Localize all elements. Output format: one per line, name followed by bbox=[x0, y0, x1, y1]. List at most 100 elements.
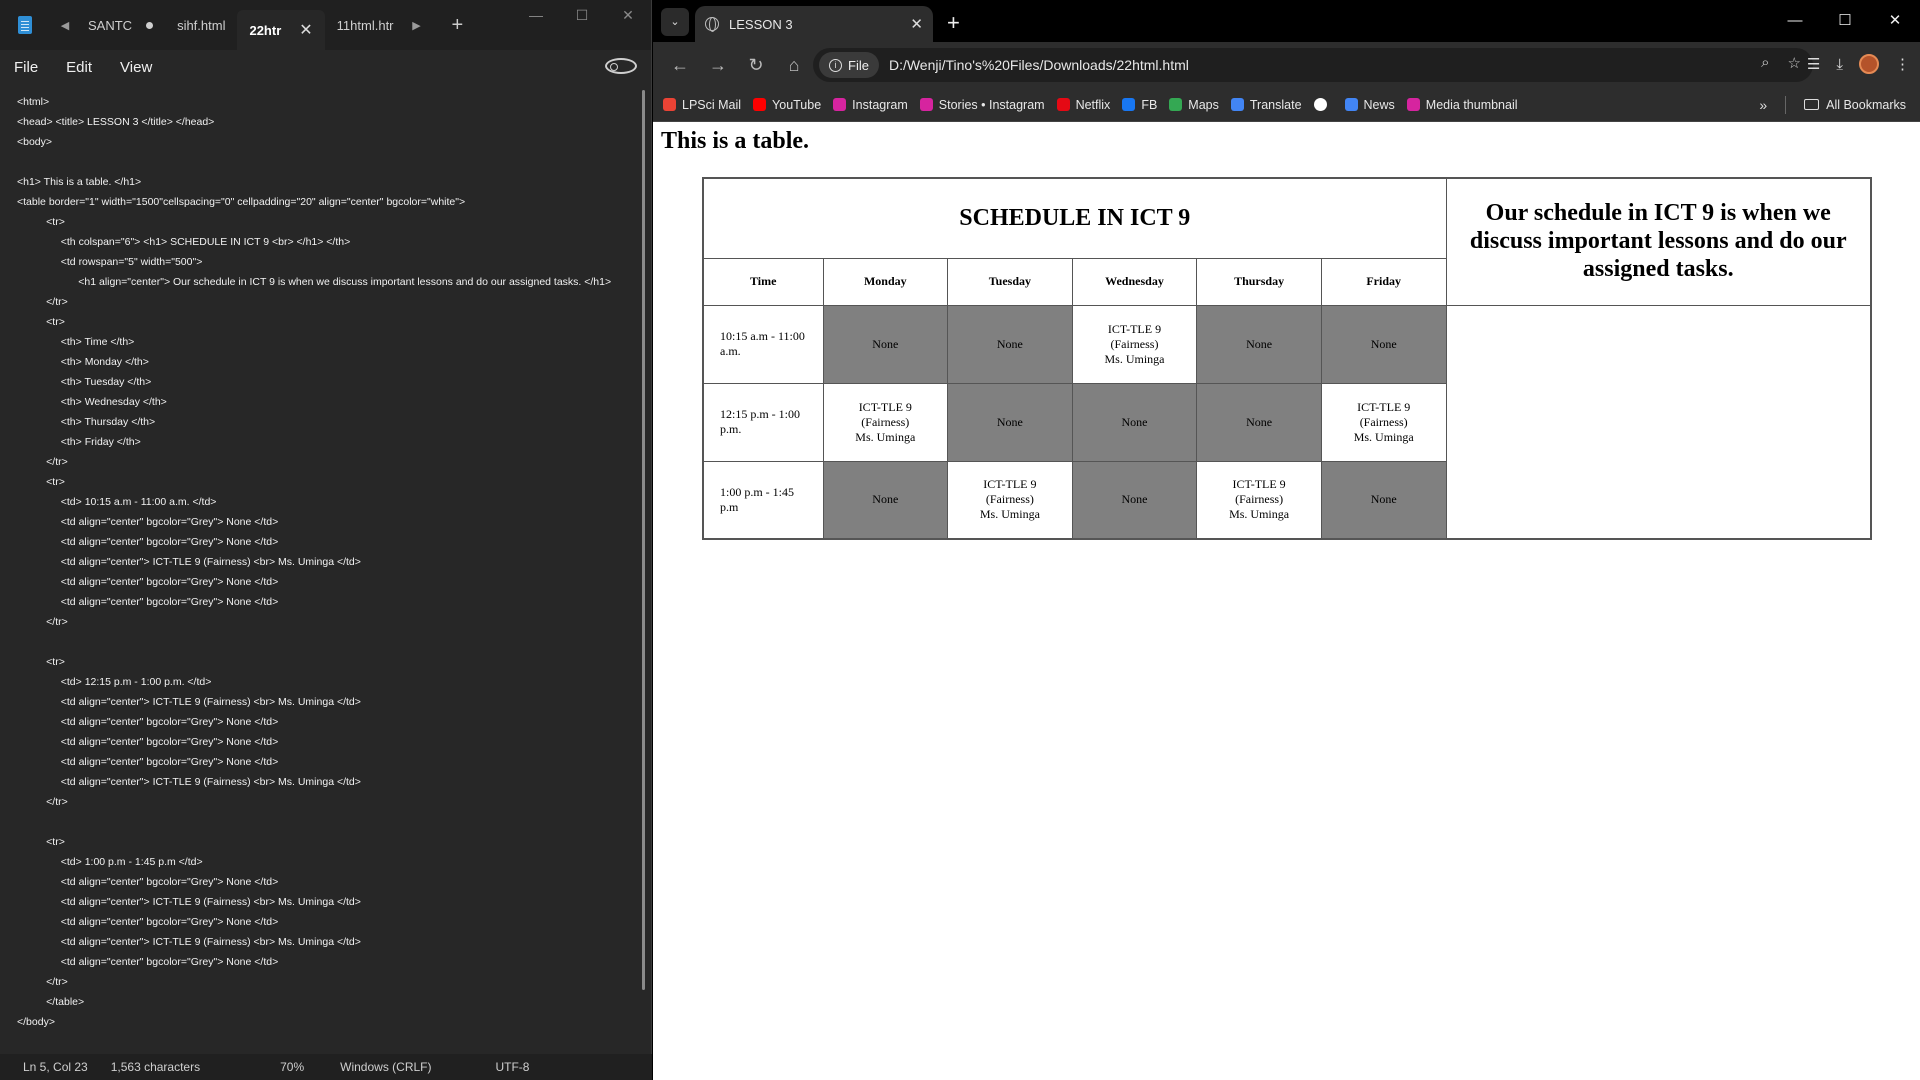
schedule-cell: None bbox=[947, 382, 1073, 462]
bookmark-item[interactable]: FB bbox=[1122, 98, 1157, 112]
close-icon[interactable]: ✕ bbox=[605, 0, 651, 30]
notepad-app-icon bbox=[18, 16, 32, 34]
new-tab-plus-icon[interactable]: + bbox=[947, 10, 960, 36]
zoom-level[interactable]: 70% bbox=[200, 1060, 304, 1074]
browser-window-controls: — ☐ ✕ bbox=[1770, 0, 1920, 42]
code-line: <body> bbox=[17, 136, 53, 148]
address-bar[interactable]: i File D:/Wenji/Tino's%20Files/Downloads… bbox=[813, 48, 1813, 82]
bookmarks-bar: LPSci Mail YouTube Instagram Stories • Inst… bbox=[653, 88, 1920, 122]
code-line: <th> Time </th> bbox=[17, 336, 135, 348]
line-ending[interactable]: Windows (CRLF) bbox=[304, 1060, 431, 1074]
close-icon[interactable]: ✕ bbox=[1870, 0, 1920, 42]
minimize-icon[interactable]: — bbox=[513, 0, 559, 30]
reload-icon[interactable]: ↻ bbox=[737, 55, 775, 76]
cell-line: None bbox=[1246, 414, 1273, 429]
cell-line: None bbox=[1370, 336, 1397, 351]
schedule-cell: ICT-TLE 9 (Fairness) Ms. Uminga bbox=[1071, 304, 1198, 384]
tab-scroll-right-icon[interactable]: ▶ bbox=[406, 19, 428, 32]
bookmark-star-icon[interactable]: ☆ bbox=[1788, 54, 1801, 72]
code-line: </table> bbox=[17, 996, 85, 1008]
cell-line: Ms. Uminga bbox=[1353, 429, 1414, 444]
schedule-cell: ICT-TLE 9 (Fairness) Ms. Uminga bbox=[1320, 382, 1447, 462]
tab-scroll-left-icon[interactable]: ◀ bbox=[54, 19, 76, 32]
code-line: </tr> bbox=[17, 616, 68, 628]
browser-tab-active[interactable]: LESSON 3 ✕ bbox=[695, 6, 933, 42]
table-title-row: SCHEDULE IN ICT 9 Our schedule in ICT 9 … bbox=[702, 177, 1872, 306]
new-tab-plus-icon[interactable]: + bbox=[452, 14, 464, 37]
bookmark-item[interactable]: Netflix bbox=[1056, 98, 1110, 112]
code-line: <td> 1:00 p.m - 1:45 p.m </td> bbox=[17, 856, 203, 868]
code-editor[interactable]: <html> <head> <title> LESSON 3 </title> <… bbox=[0, 84, 644, 1054]
editor-scrollbar[interactable] bbox=[642, 90, 645, 990]
time-cell: 12:15 p.m - 1:00 p.m. bbox=[702, 382, 824, 462]
column-header: Wednesday bbox=[1071, 257, 1198, 306]
bookmark-item[interactable] bbox=[1313, 98, 1333, 111]
bookmark-item[interactable]: LPSci Mail bbox=[663, 98, 741, 112]
download-icon[interactable]: ⤓ bbox=[1836, 56, 1843, 73]
maximize-icon[interactable]: ☐ bbox=[559, 0, 605, 30]
bookmark-label: Instagram bbox=[852, 97, 908, 112]
code-line: <head> <title> LESSON 3 </title> </head> bbox=[17, 116, 215, 128]
menu-edit[interactable]: Edit bbox=[52, 59, 106, 76]
notepad-menubar: File Edit View bbox=[0, 50, 651, 84]
code-line: <td align="center"> ICT-TLE 9 (Fairness)… bbox=[17, 936, 361, 948]
code-line: <html> bbox=[17, 96, 50, 108]
close-tab-icon[interactable]: ✕ bbox=[299, 20, 312, 40]
column-header: Tuesday bbox=[947, 257, 1073, 306]
code-line: <td> 12:15 p.m - 1:00 p.m. </td> bbox=[17, 676, 212, 688]
bookmark-label: Maps bbox=[1188, 97, 1219, 112]
notepad-tab-2[interactable]: 22htr ✕ bbox=[237, 10, 325, 50]
notepad-tab-3[interactable]: 11html.htr bbox=[325, 0, 406, 50]
close-tab-icon[interactable]: ✕ bbox=[910, 15, 923, 33]
browser-toolbar: ← → ↻ ⌂ i File D:/Wenji/Tino's%20Files/D… bbox=[653, 42, 1920, 88]
back-arrow-icon[interactable]: ← bbox=[661, 55, 699, 76]
cell-line: Ms. Uminga bbox=[1104, 351, 1165, 366]
notepad-tab-0[interactable]: SANTC bbox=[76, 0, 165, 50]
site-info-chip[interactable]: i File bbox=[819, 52, 879, 78]
bookmark-favicon-icon bbox=[1122, 98, 1136, 111]
settings-gear-icon[interactable] bbox=[605, 58, 637, 74]
folder-icon bbox=[1804, 99, 1820, 110]
bookmark-item[interactable]: News bbox=[1344, 98, 1395, 112]
cell-line: None bbox=[1246, 336, 1273, 351]
all-bookmarks-label: All Bookmarks bbox=[1826, 97, 1906, 112]
home-icon[interactable]: ⌂ bbox=[775, 55, 813, 76]
browser-tabstrip: ⌄ LESSON 3 ✕ + — ☐ ✕ bbox=[653, 0, 1920, 42]
bookmark-item[interactable]: Maps bbox=[1169, 98, 1219, 112]
profile-avatar[interactable] bbox=[1859, 54, 1879, 74]
schedule-cell: None bbox=[1196, 382, 1322, 462]
bookmark-label: Translate bbox=[1249, 97, 1302, 112]
bookmark-item[interactable]: Translate bbox=[1230, 97, 1302, 112]
code-line: <td align="center" bgcolor="Grey"> None … bbox=[17, 536, 279, 548]
tab-search-chevron-icon[interactable]: ⌄ bbox=[661, 8, 689, 36]
media-queue-icon[interactable]: ☰ bbox=[1807, 55, 1820, 73]
code-line: <td> 10:15 a.m - 11:00 a.m. </td> bbox=[17, 496, 217, 508]
schedule-cell: None bbox=[1320, 304, 1447, 384]
bookmark-item[interactable]: Media thumbnail bbox=[1406, 98, 1518, 112]
cell-line: (Fairness) bbox=[1110, 336, 1159, 351]
bookmark-favicon-icon bbox=[1313, 98, 1327, 111]
menu-kebab-icon[interactable]: ⋮ bbox=[1895, 55, 1910, 73]
notepad-titlebar: ◀ SANTC sihf.html 22htr ✕ 11html.htr ▶ +… bbox=[0, 0, 651, 50]
all-bookmarks-button[interactable]: All Bookmarks bbox=[1804, 98, 1906, 112]
more-bookmarks-chevron-icon[interactable]: » bbox=[1759, 97, 1767, 113]
encoding[interactable]: UTF-8 bbox=[431, 1060, 529, 1074]
bookmark-item[interactable]: Stories • Instagram bbox=[919, 98, 1045, 112]
notepad-tab-1[interactable]: sihf.html bbox=[165, 0, 237, 50]
code-line: <th> Thursday </th> bbox=[17, 416, 156, 428]
menu-view[interactable]: View bbox=[106, 59, 166, 76]
code-line: <th> Tuesday </th> bbox=[17, 376, 152, 388]
cell-line: ICT-TLE 9 bbox=[1357, 399, 1411, 414]
bookmark-item[interactable]: YouTube bbox=[753, 98, 821, 112]
menu-file[interactable]: File bbox=[0, 59, 52, 76]
bookmark-item[interactable]: Instagram bbox=[833, 98, 908, 112]
zoom-magnifier-icon[interactable]: ⌕ bbox=[1761, 54, 1769, 72]
forward-arrow-icon[interactable]: → bbox=[699, 55, 737, 76]
minimize-icon[interactable]: — bbox=[1770, 0, 1820, 42]
web-page: This is a table. SCHEDULE IN ICT 9 Our s… bbox=[653, 123, 1920, 1080]
maximize-icon[interactable]: ☐ bbox=[1820, 0, 1870, 42]
bookmark-favicon-icon bbox=[663, 98, 676, 111]
cell-line: ICT-TLE 9 bbox=[858, 399, 912, 414]
cell-line: Ms. Uminga bbox=[979, 507, 1040, 522]
